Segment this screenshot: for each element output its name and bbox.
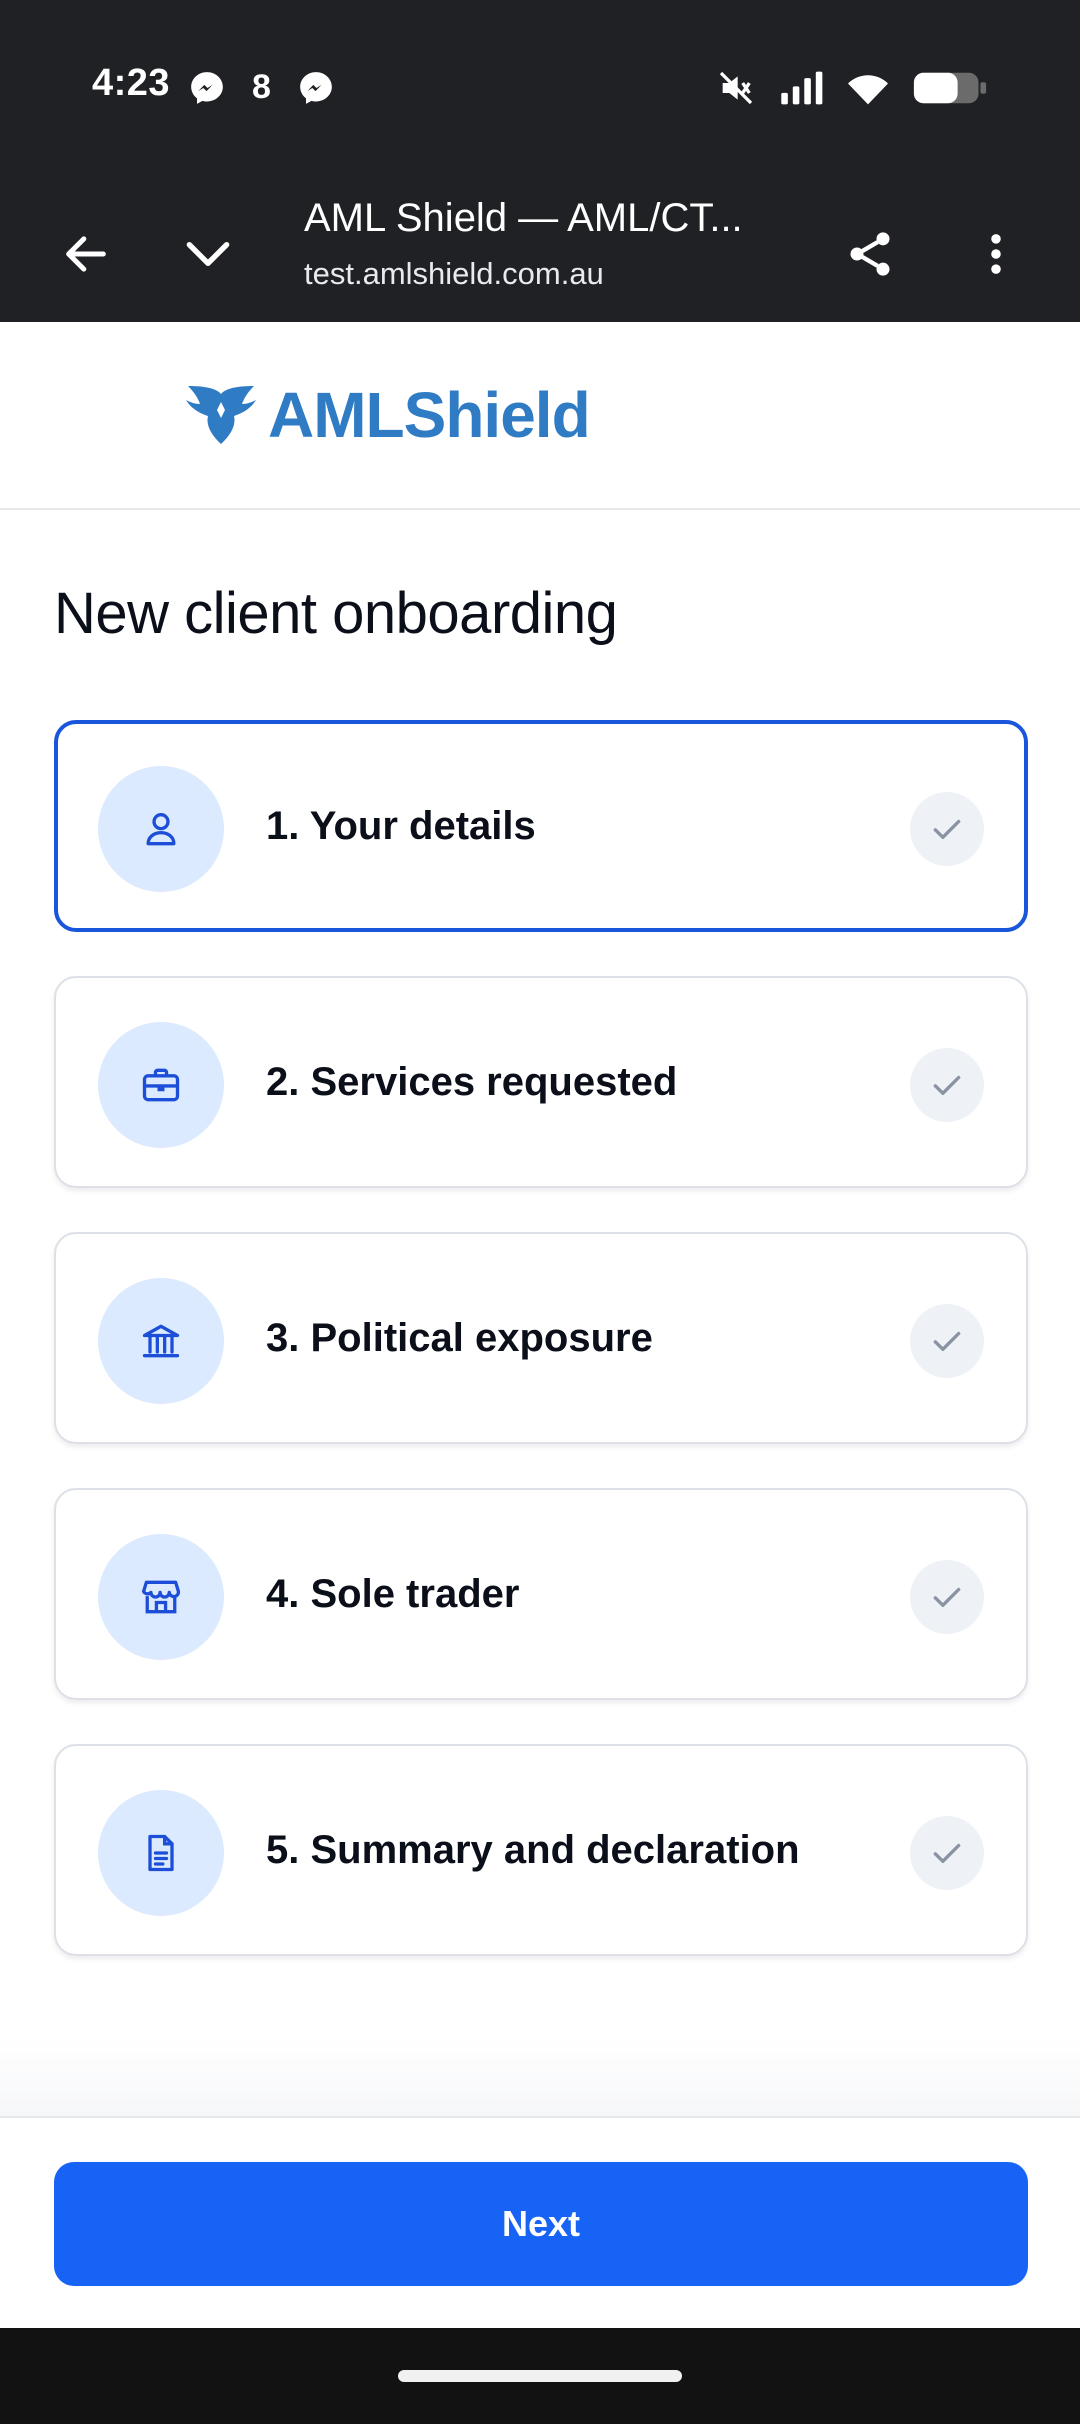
status-bar: 4:23 8 <box>0 0 1080 176</box>
status-system-icons <box>716 68 988 108</box>
step-status <box>910 1560 984 1634</box>
onboarding-steps-list: 1. Your details 2. Services requested 3.… <box>54 720 1028 2000</box>
messenger-icon <box>191 71 223 104</box>
check-icon <box>933 1587 961 1607</box>
logo-text-bold: AML <box>268 379 405 451</box>
step-status <box>910 1048 984 1122</box>
back-button[interactable] <box>50 218 122 290</box>
wifi-icon <box>848 75 888 105</box>
step-icon-circle <box>98 1790 224 1916</box>
check-icon <box>933 1843 961 1863</box>
amlshield-logo[interactable]: AMLShield <box>186 378 591 452</box>
check-icon <box>933 1075 961 1095</box>
step-status <box>910 1304 984 1378</box>
site-header: AMLShield <box>0 322 1080 510</box>
footer-actions: Next <box>0 2116 1080 2328</box>
check-icon <box>933 1331 961 1351</box>
store-icon <box>141 1580 181 1614</box>
step-status <box>910 792 984 866</box>
user-icon <box>146 813 176 846</box>
notification-badge: 8 <box>252 68 271 106</box>
check-icon <box>933 819 961 839</box>
scroll-fade <box>0 2036 1080 2116</box>
step-your-details[interactable]: 1. Your details <box>54 720 1028 932</box>
browser-url[interactable]: test.amlshield.com.au <box>304 256 604 292</box>
step-label: 3. Political exposure <box>266 1315 653 1360</box>
step-summary-and-declaration[interactable]: 5. Summary and declaration <box>54 1744 1028 1956</box>
step-services-requested[interactable]: 2. Services requested <box>54 976 1028 1188</box>
step-label: 1. Your details <box>266 803 536 848</box>
step-icon-circle <box>98 1534 224 1660</box>
logo-text-regular: Shield <box>403 379 591 451</box>
step-icon-circle <box>98 1022 224 1148</box>
step-sole-trader[interactable]: 4. Sole trader <box>54 1488 1028 1700</box>
home-indicator[interactable] <box>398 2370 682 2382</box>
page-title: New client onboarding <box>54 581 618 646</box>
status-notification-icons: 8 <box>188 68 335 107</box>
browser-page-title[interactable]: AML Shield — AML/CT... <box>304 196 743 241</box>
share-button[interactable] <box>834 218 906 290</box>
collapse-button[interactable] <box>172 218 244 290</box>
status-time: 4:23 <box>92 62 171 104</box>
step-status <box>910 1816 984 1890</box>
browser-toolbar: AML Shield — AML/CT... test.amlshield.co… <box>0 176 1080 322</box>
system-navigation-bar <box>0 2328 1080 2424</box>
step-label: 5. Summary and declaration <box>266 1827 800 1872</box>
back-arrow-icon <box>66 236 106 272</box>
step-label: 2. Services requested <box>266 1059 678 1104</box>
step-icon-circle <box>98 1278 224 1404</box>
messenger-icon <box>300 71 332 104</box>
document-icon <box>148 1834 174 1872</box>
step-label: 4. Sole trader <box>266 1571 520 1616</box>
step-political-exposure[interactable]: 3. Political exposure <box>54 1232 1028 1444</box>
logo-wordmark: AMLShield <box>268 378 591 452</box>
signal-icon <box>781 71 823 105</box>
briefcase-icon <box>142 1068 180 1102</box>
more-options-button[interactable] <box>960 218 1032 290</box>
mute-icon <box>719 71 753 105</box>
next-button[interactable]: Next <box>54 2162 1028 2286</box>
chevron-down-icon <box>186 241 230 267</box>
phoenix-logo-icon <box>186 386 256 444</box>
battery-icon <box>913 72 987 104</box>
share-icon <box>850 232 890 276</box>
more-vert-icon <box>991 234 1001 274</box>
step-icon-circle <box>98 766 224 892</box>
government-building-icon <box>142 1324 180 1358</box>
